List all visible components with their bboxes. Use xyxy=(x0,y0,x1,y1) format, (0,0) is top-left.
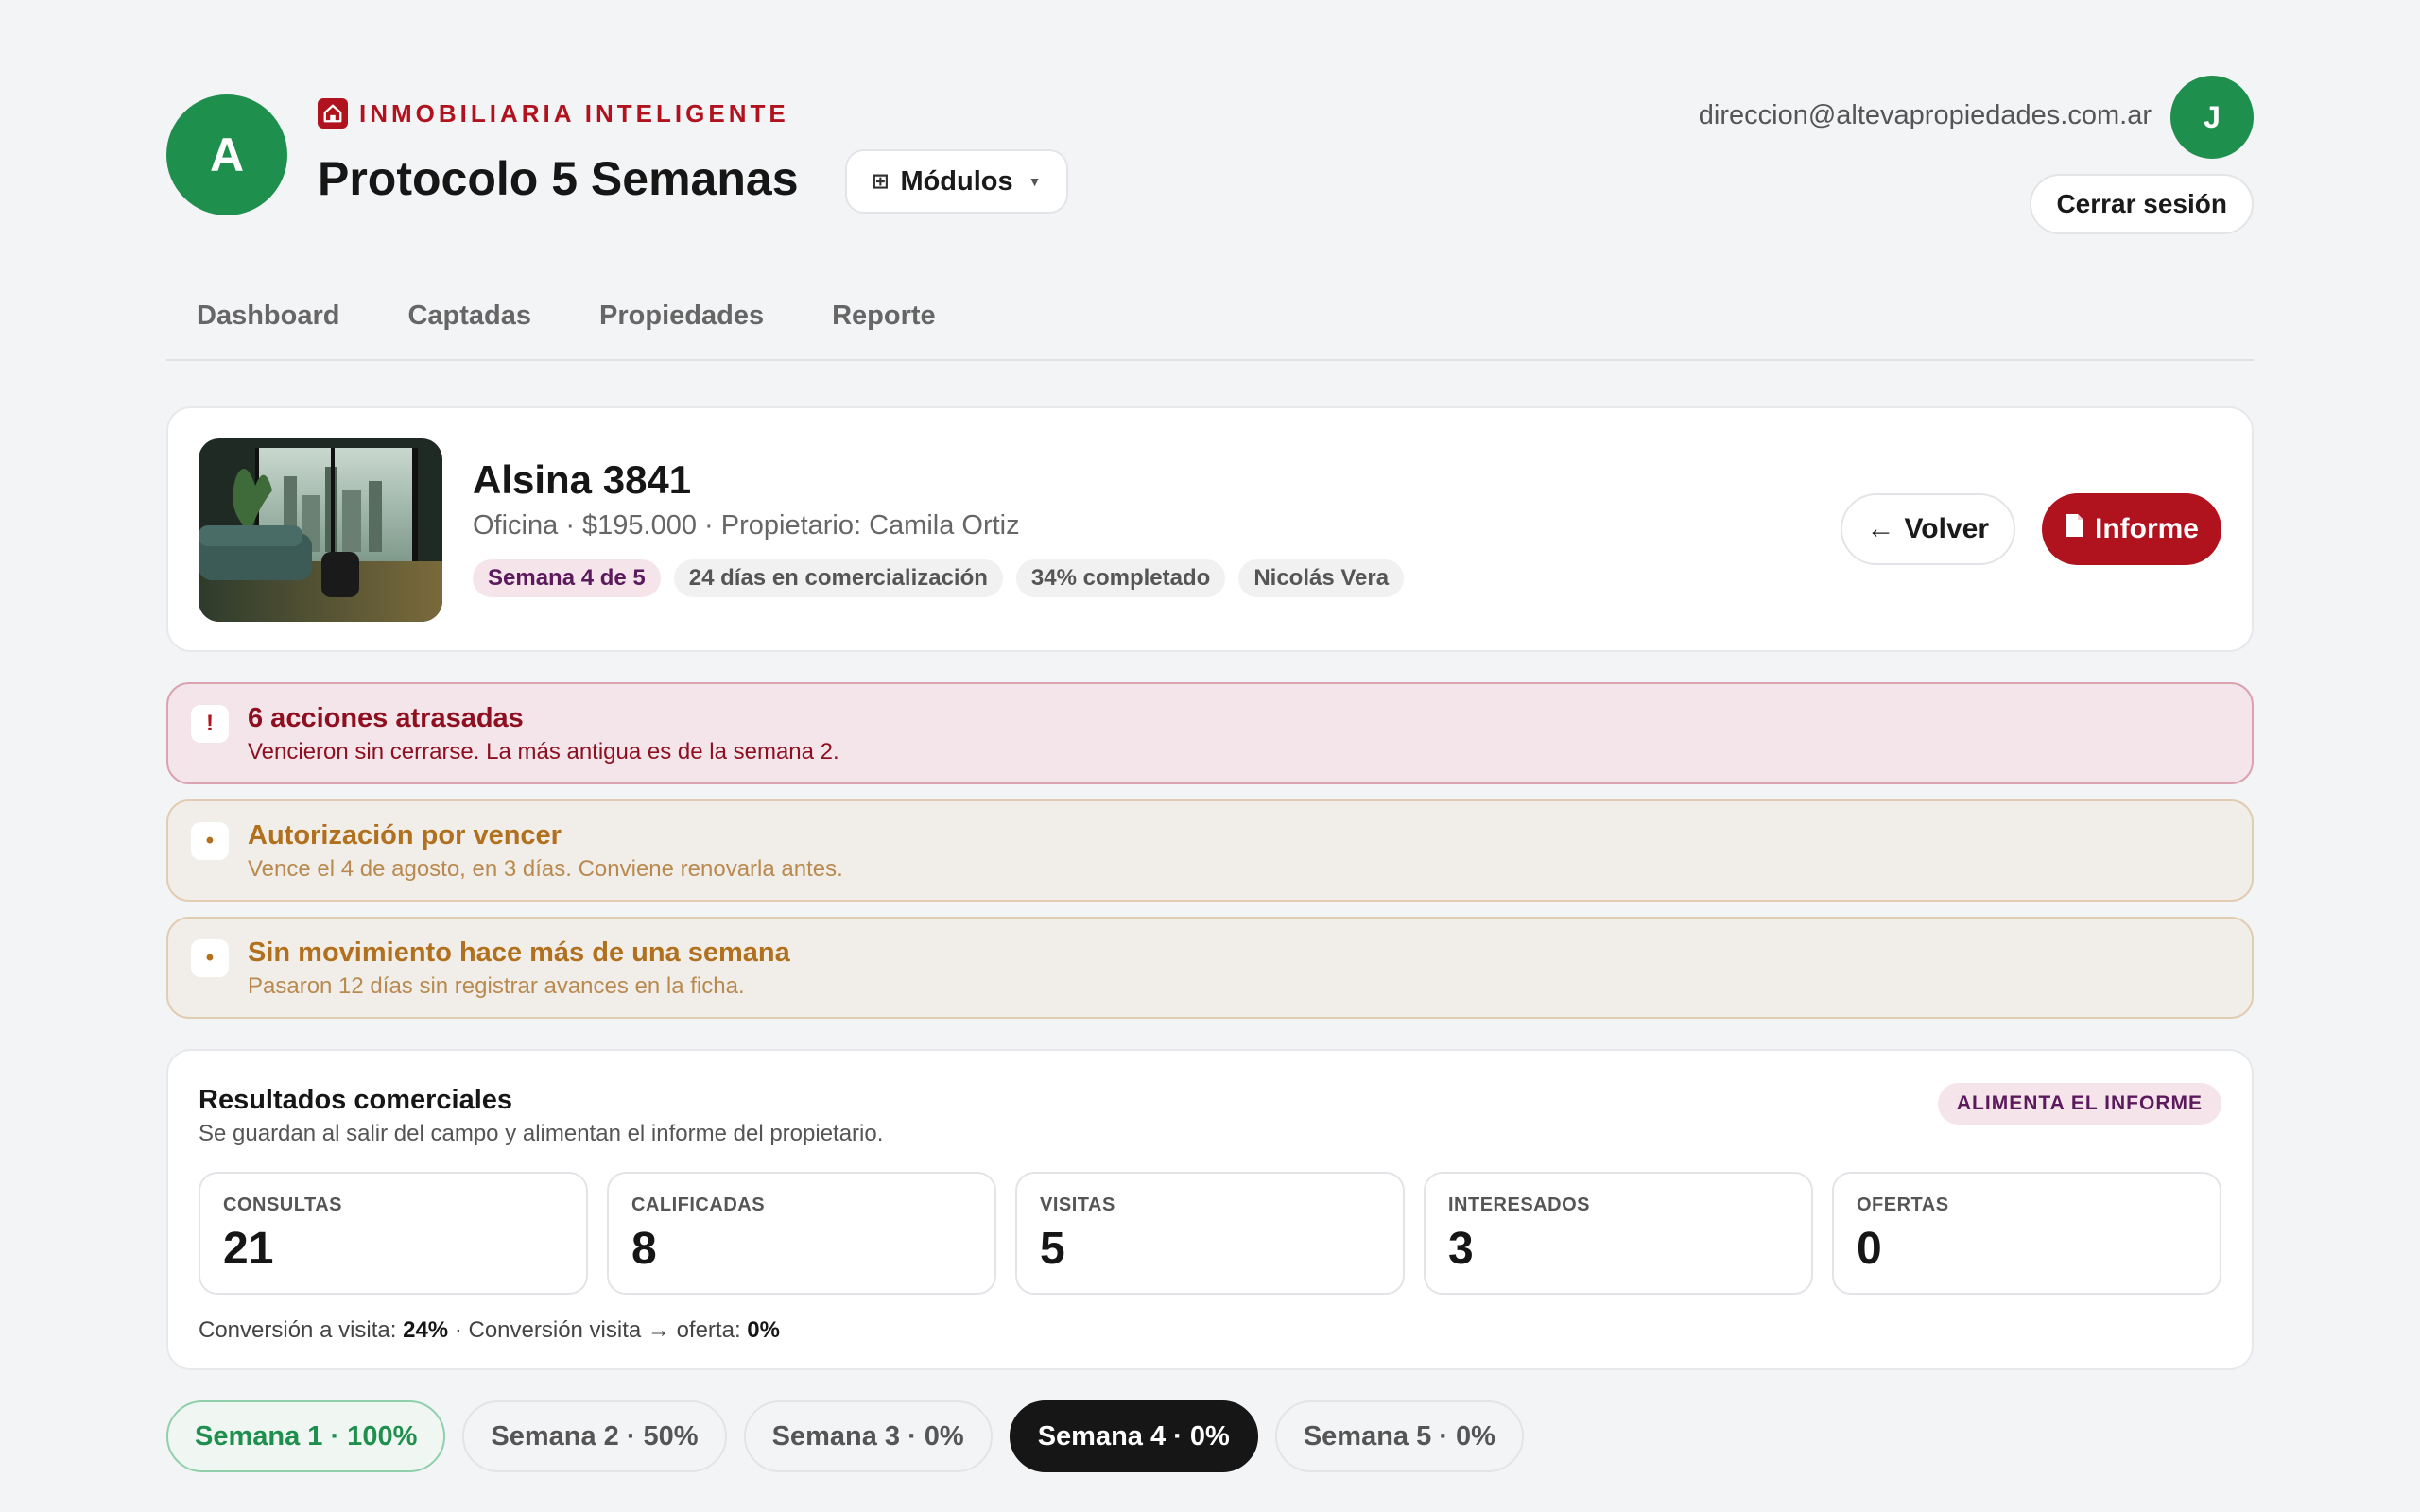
commercial-results-card: Resultados comerciales Se guardan al sal… xyxy=(166,1049,2254,1370)
tab-week-2[interactable]: Semana 2 · 50% xyxy=(462,1400,727,1472)
logout-button[interactable]: Cerrar sesión xyxy=(2030,174,2254,234)
agent-badge: Nicolás Vera xyxy=(1238,559,1405,597)
report-label: Informe xyxy=(2094,513,2199,544)
alert-description: Pasaron 12 días sin registrar avances en… xyxy=(248,973,745,999)
back-button[interactable]: ← Volver xyxy=(1840,493,2015,565)
metric-consultas[interactable]: CONSULTAS 21 xyxy=(199,1172,588,1295)
week-badge: Semana 4 de 5 xyxy=(473,559,661,597)
document-icon xyxy=(2065,513,2085,545)
metric-calificadas[interactable]: CALIFICADAS 8 xyxy=(607,1172,996,1295)
exclamation-icon: ! xyxy=(191,705,229,743)
modules-label: Módulos xyxy=(900,165,1013,197)
tab-captadas[interactable]: Captadas xyxy=(407,274,531,359)
tab-week-3[interactable]: Semana 3 · 0% xyxy=(743,1400,993,1472)
logo-avatar: A xyxy=(166,94,287,215)
conv-visit-value: 24% xyxy=(403,1317,449,1343)
conversion-summary: Conversión a visita: 24% · Conversión vi… xyxy=(199,1317,780,1344)
overdue-alert: ! 6 acciones atrasadas Vencieron sin cer… xyxy=(166,682,2254,784)
conv-offer-value: 0% xyxy=(747,1317,780,1343)
feeds-report-badge: ALIMENTA EL INFORME xyxy=(1937,1083,2221,1125)
dot-icon: • xyxy=(191,822,229,860)
results-title: Resultados comerciales xyxy=(199,1085,513,1115)
results-subtitle: Se guardan al salir del campo y alimenta… xyxy=(199,1121,884,1146)
metric-value: 0 xyxy=(1857,1224,1882,1274)
report-button[interactable]: Informe xyxy=(2041,493,2221,565)
tab-propiedades[interactable]: Propiedades xyxy=(599,274,764,359)
arrow-left-icon: ← xyxy=(1866,513,1895,544)
alert-title: Sin movimiento hace más de una semana xyxy=(248,937,790,968)
property-card: Alsina 3841 Oficina · $195.000 · Propiet… xyxy=(166,406,2254,652)
metric-visitas[interactable]: VISITAS 5 xyxy=(1015,1172,1405,1295)
brand: INMOBILIARIA INTELIGENTE xyxy=(318,98,789,129)
week-tabs: Semana 1 · 100% Semana 2 · 50% Semana 3 … xyxy=(166,1400,2254,1472)
metric-label: CALIFICADAS xyxy=(631,1194,766,1215)
metric-value: 3 xyxy=(1448,1224,1474,1274)
tab-week-1[interactable]: Semana 1 · 100% xyxy=(166,1400,446,1472)
metric-value: 21 xyxy=(223,1224,274,1274)
user-email: direccion@altevapropiedades.com.ar xyxy=(1698,100,2152,130)
conv-visit-label: Conversión a visita: xyxy=(199,1317,397,1343)
alert-title: 6 acciones atrasadas xyxy=(248,703,524,733)
tab-dashboard[interactable]: Dashboard xyxy=(197,274,339,359)
back-label: Volver xyxy=(1904,513,1990,544)
metric-value: 8 xyxy=(631,1224,657,1274)
metric-label: VISITAS xyxy=(1040,1194,1115,1215)
metric-label: OFERTAS xyxy=(1857,1194,1949,1215)
modules-dropdown[interactable]: ⊞ Módulos ▼ xyxy=(845,149,1068,214)
main-nav: Dashboard Captadas Propiedades Reporte xyxy=(166,274,2254,361)
alert-description: Vence el 4 de agosto, en 3 días. Convien… xyxy=(248,856,843,882)
brand-name: INMOBILIARIA INTELIGENTE xyxy=(359,98,789,128)
conv-offer-label: · Conversión visita → oferta: xyxy=(454,1317,741,1343)
property-chips: Semana 4 de 5 24 días en comercializació… xyxy=(473,559,1405,597)
metric-label: CONSULTAS xyxy=(223,1194,342,1215)
tab-week-4[interactable]: Semana 4 · 0% xyxy=(1009,1400,1258,1472)
property-photo xyxy=(199,438,442,622)
tab-week-5[interactable]: Semana 5 · 0% xyxy=(1274,1400,1524,1472)
metric-interesados[interactable]: INTERESADOS 3 xyxy=(1424,1172,1813,1295)
property-subtitle: Oficina · $195.000 · Propietario: Camila… xyxy=(473,510,1020,541)
dot-icon: • xyxy=(191,939,229,977)
house-icon xyxy=(318,98,348,129)
chevron-down-icon: ▼ xyxy=(1028,174,1042,189)
inactivity-alert: • Sin movimiento hace más de una semana … xyxy=(166,917,2254,1019)
app-header: A INMOBILIARIA INTELIGENTE Protocolo 5 S… xyxy=(166,0,2254,274)
alert-description: Vencieron sin cerrarse. La más antigua e… xyxy=(248,739,839,765)
metric-label: INTERESADOS xyxy=(1448,1194,1590,1215)
page: A INMOBILIARIA INTELIGENTE Protocolo 5 S… xyxy=(0,0,2420,1512)
grid-icon: ⊞ xyxy=(872,169,890,193)
property-name: Alsina 3841 xyxy=(473,457,692,502)
alert-title: Autorización por vencer xyxy=(248,820,562,850)
days-badge: 24 días en comercialización xyxy=(673,559,1003,597)
user-avatar[interactable]: J xyxy=(2170,76,2254,159)
progress-badge: 34% completado xyxy=(1015,559,1226,597)
page-title: Protocolo 5 Semanas xyxy=(318,152,799,205)
authorization-alert: • Autorización por vencer Vence el 4 de … xyxy=(166,799,2254,902)
metric-value: 5 xyxy=(1040,1224,1065,1274)
tab-reporte[interactable]: Reporte xyxy=(832,274,936,359)
metrics-row: CONSULTAS 21 CALIFICADAS 8 VISITAS 5 INT… xyxy=(199,1172,2221,1295)
metric-ofertas[interactable]: OFERTAS 0 xyxy=(1832,1172,2221,1295)
